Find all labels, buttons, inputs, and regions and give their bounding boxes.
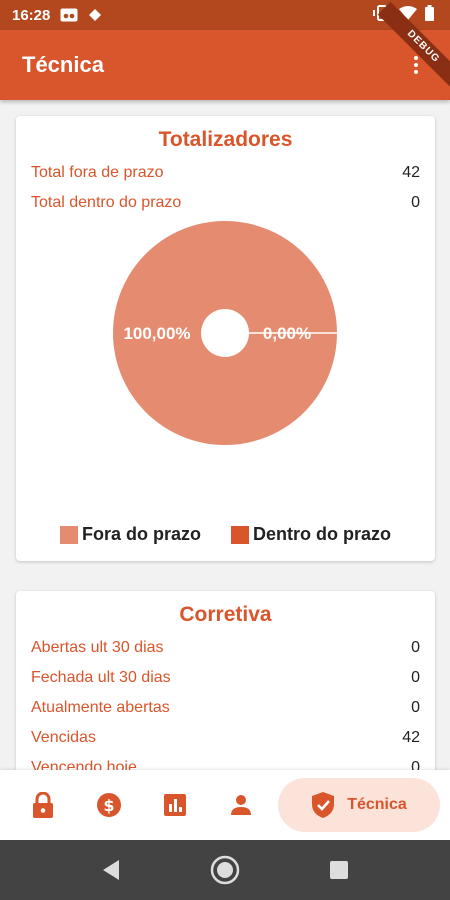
legend-swatch: [231, 525, 249, 544]
recents-icon: [330, 861, 348, 879]
home-icon: [210, 855, 240, 885]
scroll-content[interactable]: Totalizadores Total fora de prazo 42 Tot…: [0, 100, 450, 770]
summary-row: Total dentro do prazo 0: [31, 188, 420, 218]
nav-relatorios[interactable]: [142, 777, 208, 833]
shield-check-icon: [312, 792, 335, 818]
corretiva-row: Vencendo hoje 0: [31, 753, 420, 770]
row-value: 0: [411, 669, 420, 686]
status-time: 16:28: [12, 6, 51, 24]
pie-chart-svg: 100,00% 0,00%: [113, 221, 337, 445]
svg-text:$: $: [103, 796, 114, 815]
dollar-icon: $: [97, 793, 121, 817]
pie-chart: 100,00% 0,00%: [31, 218, 420, 518]
pie-data-label: 0,00%: [263, 324, 311, 343]
row-value: 42: [402, 729, 420, 746]
person-icon: [231, 795, 251, 815]
summary-row: Total fora de prazo 42: [31, 158, 420, 188]
nav-financeiro[interactable]: $: [76, 777, 142, 833]
corretiva-card: Corretiva Abertas ult 30 dias 0 Fechada …: [16, 591, 435, 770]
row-value: 0: [411, 699, 420, 716]
row-label: Vencidas: [31, 729, 96, 746]
recents-button[interactable]: [322, 853, 356, 887]
pie-data-label: 100,00%: [123, 324, 190, 343]
battery-icon: [425, 5, 434, 25]
home-button[interactable]: [208, 853, 242, 887]
legend-item: Fora do prazo: [59, 524, 201, 545]
totalizadores-card: Totalizadores Total fora de prazo 42 Tot…: [16, 116, 435, 561]
notification-icon: [60, 8, 78, 22]
corretiva-row: Atualmente abertas 0: [31, 693, 420, 723]
legend-item: Dentro do prazo: [231, 524, 391, 545]
legend-label: Fora do prazo: [81, 524, 201, 544]
diamond-icon: [86, 8, 104, 22]
row-label: Abertas ult 30 dias: [31, 639, 164, 656]
row-value: 0: [411, 639, 420, 656]
lock-icon: [33, 792, 53, 818]
back-button[interactable]: [94, 853, 128, 887]
row-label: Atualmente abertas: [31, 699, 170, 716]
app-bar: Técnica: [0, 30, 450, 100]
corretiva-row: Vencidas 42: [31, 723, 420, 753]
nav-tecnica[interactable]: Técnica: [278, 778, 440, 832]
row-label: Total fora de prazo: [31, 164, 164, 181]
row-label: Total dentro do prazo: [31, 194, 182, 211]
system-nav-bar: [0, 840, 450, 900]
corretiva-row: Abertas ult 30 dias 0: [31, 633, 420, 663]
page-title: Técnica: [22, 52, 104, 77]
pie-hole: [201, 309, 249, 357]
bar-chart-icon: [164, 794, 186, 816]
nav-tecnica-label: Técnica: [347, 796, 407, 813]
totalizadores-title: Totalizadores: [158, 128, 293, 151]
row-label: Vencendo hoje: [31, 759, 137, 770]
corretiva-title: Corretiva: [179, 603, 272, 626]
row-value: 0: [411, 194, 420, 211]
bottom-nav: $ Técnica: [0, 770, 450, 840]
nav-perfil[interactable]: [208, 777, 274, 833]
corretiva-row: Fechada ult 30 dias 0: [31, 663, 420, 693]
legend-swatch: [59, 525, 78, 544]
row-value: 42: [402, 164, 420, 181]
back-icon: [103, 860, 119, 880]
row-label: Fechada ult 30 dias: [31, 669, 171, 686]
legend-label: Dentro do prazo: [253, 524, 391, 544]
nav-lock[interactable]: [10, 777, 76, 833]
chart-legend: Fora do prazo Dentro do prazo: [31, 524, 420, 545]
row-value: 0: [411, 759, 420, 770]
